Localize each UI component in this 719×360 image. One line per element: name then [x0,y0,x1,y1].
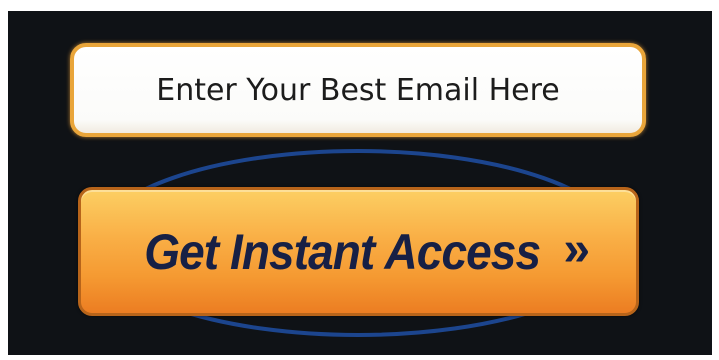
get-instant-access-button[interactable]: Get Instant Access » [78,187,639,316]
email-field[interactable] [70,43,646,137]
button-label: Get Instant Access [144,223,541,280]
double-chevron-right-icon: » [563,223,591,276]
optin-panel: Get Instant Access » [8,11,712,355]
